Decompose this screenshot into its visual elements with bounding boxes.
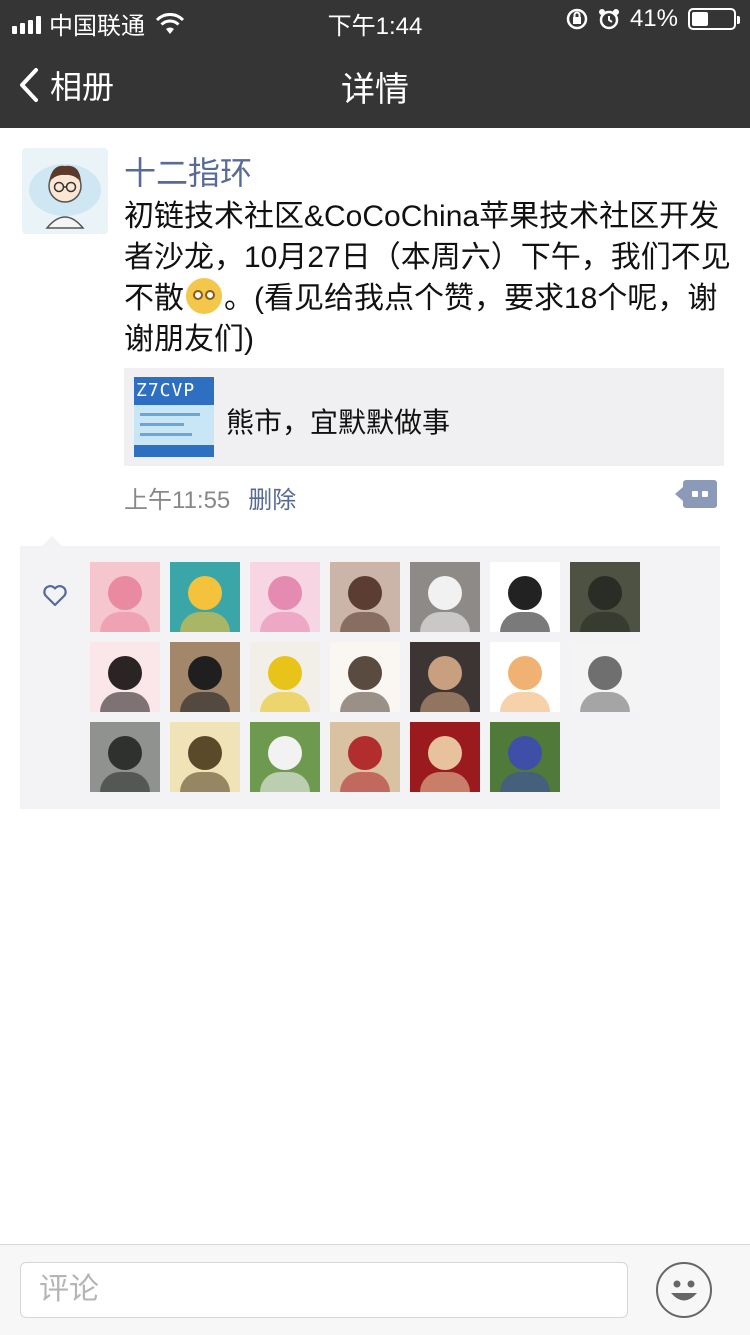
avatar-irises[interactable] (490, 722, 560, 792)
avatar-body (580, 692, 630, 712)
thumbnail-line (140, 433, 192, 436)
avatar-figure (588, 656, 622, 690)
avatar-body (500, 612, 550, 632)
avatar-sketch-boy[interactable] (330, 642, 400, 712)
avatar-body (420, 772, 470, 792)
heart-icon (43, 585, 67, 607)
avatar-white-dog[interactable] (410, 562, 480, 632)
bottom-bar (0, 1244, 750, 1335)
avatar-cartoon-girl[interactable] (90, 642, 160, 712)
avatar-figure (108, 576, 142, 610)
thumbnail-line (140, 423, 184, 426)
avatar-figure (428, 736, 462, 770)
avatar-figure (188, 736, 222, 770)
avatar-figure (508, 656, 542, 690)
rotation-lock-icon (566, 8, 588, 30)
avatar-figure (268, 736, 302, 770)
more-actions-button[interactable] (675, 480, 717, 508)
avatar-man-corn[interactable] (250, 642, 320, 712)
battery-fill (692, 12, 708, 26)
likes-panel (20, 536, 720, 809)
top-bar: 中国联通 下午1:44 41% 相册 详情 (0, 0, 750, 128)
avatar-body (420, 692, 470, 712)
avatar-body (180, 692, 230, 712)
avatar-body (580, 612, 630, 632)
avatar-figure (428, 656, 462, 690)
avatar-sketch-couple[interactable] (170, 722, 240, 792)
author-avatar[interactable] (22, 148, 108, 234)
avatar-girl-photo[interactable] (330, 562, 400, 632)
emoji-button[interactable] (656, 1262, 712, 1318)
avatar-wedding-red[interactable] (410, 722, 480, 792)
avatar-peppa-pig[interactable] (90, 562, 160, 632)
avatar-bear[interactable] (490, 642, 560, 712)
avatar-figure (268, 656, 302, 690)
avatar-figure (268, 576, 302, 610)
post-time: 上午11:55 (124, 487, 231, 514)
avatar-teal-badge[interactable] (170, 562, 240, 632)
status-bar: 中国联通 下午1:44 41% (0, 0, 750, 40)
comment-input[interactable] (20, 1262, 628, 1318)
avatar-body (340, 692, 390, 712)
dot-icon (702, 491, 708, 497)
avatar-body (180, 772, 230, 792)
post-meta: 上午11:55 删除 (124, 480, 296, 515)
avatar-figure (108, 736, 142, 770)
flushed-face-emoji-icon (186, 278, 222, 314)
status-right: 41% (566, 5, 740, 33)
avatar-man-glasses[interactable] (170, 642, 240, 712)
link-title: 熊市，宜默默做事 (226, 407, 451, 438)
avatar-body (500, 772, 550, 792)
cartoon-boy-icon (29, 164, 101, 229)
shared-link-card[interactable]: Z7CVP 熊市，宜默默做事 (124, 368, 724, 466)
avatar-body (420, 612, 470, 632)
link-thumbnail-text: Z7CVP (136, 380, 196, 401)
nav-bar: 相册 详情 (0, 40, 750, 128)
avatar-soldier[interactable] (570, 562, 640, 632)
avatar-figure (508, 576, 542, 610)
avatar-figure (508, 736, 542, 770)
battery-percent: 41% (629, 5, 678, 32)
avatar-body (260, 612, 310, 632)
avatar-body (100, 612, 150, 632)
battery-icon (688, 8, 740, 30)
author-name[interactable]: 十二指环 (124, 148, 252, 194)
smiley-icon (671, 1280, 697, 1301)
dot-icon (692, 491, 698, 497)
avatar-figure (108, 656, 142, 690)
avatar-baby-grass[interactable] (250, 722, 320, 792)
avatar-figure (588, 576, 622, 610)
avatar-car-road[interactable] (330, 722, 400, 792)
avatar-figure (428, 576, 462, 610)
avatar-body (180, 612, 230, 632)
thumbnail-line (140, 413, 200, 416)
avatar-body (340, 772, 390, 792)
avatar-figure (188, 576, 222, 610)
delete-button[interactable]: 删除 (248, 487, 296, 514)
avatar-body (100, 772, 150, 792)
avatar-figure (348, 656, 382, 690)
avatar-man-sofa[interactable] (410, 642, 480, 712)
page-title: 详情 (341, 71, 409, 109)
avatar-eagle-statue[interactable] (90, 722, 160, 792)
avatar-body (100, 692, 150, 712)
avatar-body (260, 692, 310, 712)
link-thumbnail: Z7CVP (134, 377, 214, 457)
avatar-figure (188, 656, 222, 690)
avatar-body (500, 692, 550, 712)
avatar-body (260, 772, 310, 792)
avatar-figure (348, 736, 382, 770)
avatar-body (340, 612, 390, 632)
post-text: 初链技术社区&CoCoChina苹果技术社区开发者沙龙，10月27日（本周六）下… (124, 196, 734, 360)
avatar-pink-panther[interactable] (250, 562, 320, 632)
avatar-line-art[interactable] (570, 642, 640, 712)
alarm-icon (598, 9, 619, 30)
avatar-figure (348, 576, 382, 610)
avatar-panda[interactable] (490, 562, 560, 632)
